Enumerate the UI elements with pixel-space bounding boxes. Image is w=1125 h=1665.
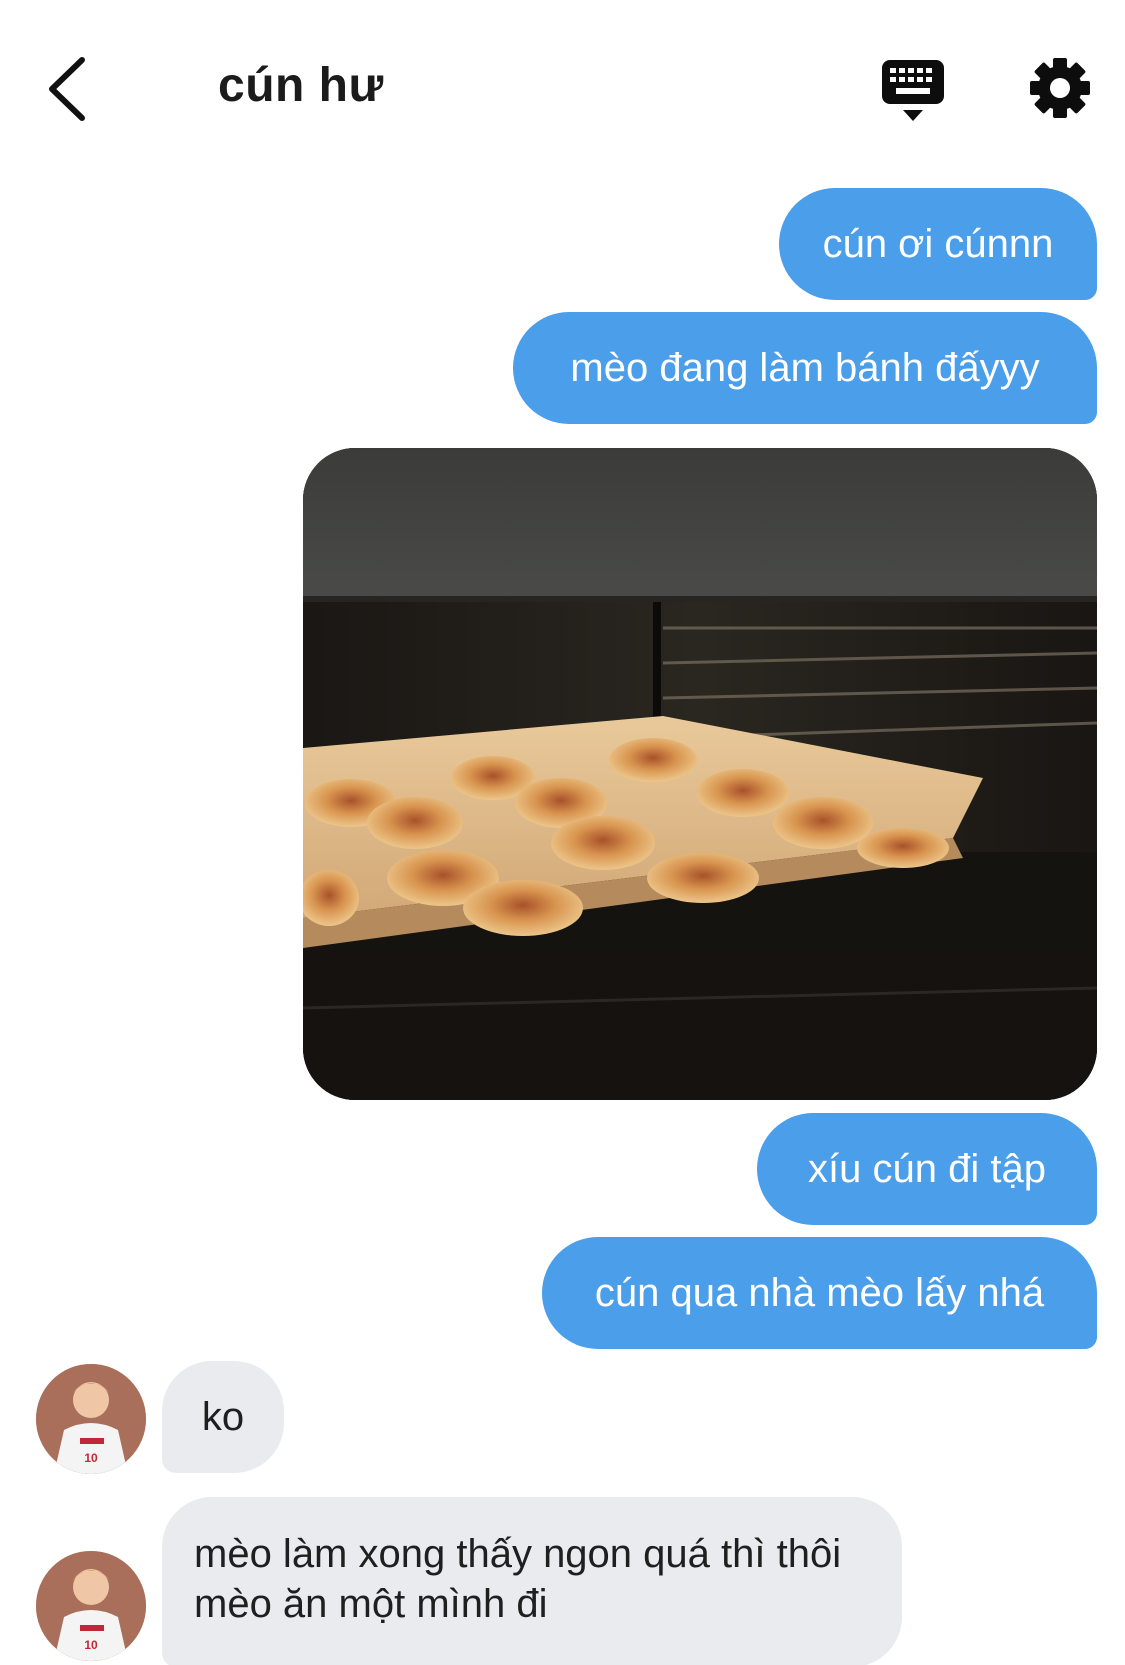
settings-button[interactable] [1028,56,1092,120]
message-bubble-sent[interactable]: mèo đang làm bánh đấyyy [513,312,1097,424]
message-bubble-received[interactable]: mèo làm xong thấy ngon quá thì thôi mèo … [162,1497,902,1665]
oven-cookies-photo [303,448,1097,1100]
svg-text:10: 10 [84,1638,98,1652]
message-text: cún qua nhà mèo lấy nhá [594,1271,1045,1315]
keyboard-icon [882,60,944,121]
back-button[interactable] [40,52,100,122]
message-text: mèo đang làm bánh đấyyy [570,346,1040,390]
message-text: xíu cún đi tập [808,1147,1046,1191]
chevron-left-icon [49,57,85,121]
svg-text:10: 10 [84,1451,98,1465]
avatar[interactable]: 10 [36,1551,146,1661]
message-bubble-sent[interactable]: cún ơi cúnnn [779,188,1097,300]
avatar-photo: 10 [36,1364,146,1474]
message-image-oven-cookies[interactable] [303,448,1097,1100]
chat-screen: cún hư cún ơi cúnnn mèo đang làm bánh đấ… [0,0,1125,1665]
avatar[interactable]: 10 [36,1364,146,1474]
message-bubble-sent[interactable]: cún qua nhà mèo lấy nhá [542,1237,1097,1349]
gear-icon [1030,58,1090,118]
message-text: ko [201,1395,245,1439]
keyboard-button[interactable] [880,58,946,124]
message-text: cún ơi cúnnn [822,222,1054,266]
avatar-photo: 10 [36,1551,146,1661]
message-bubble-sent[interactable]: xíu cún đi tập [757,1113,1097,1225]
message-text: mèo làm xong thấy ngon quá thì thôi mèo … [194,1532,842,1626]
conversation-title: cún hư [218,59,384,112]
message-bubble-received[interactable]: ko [162,1361,284,1473]
chat-header: cún hư [0,0,1125,175]
